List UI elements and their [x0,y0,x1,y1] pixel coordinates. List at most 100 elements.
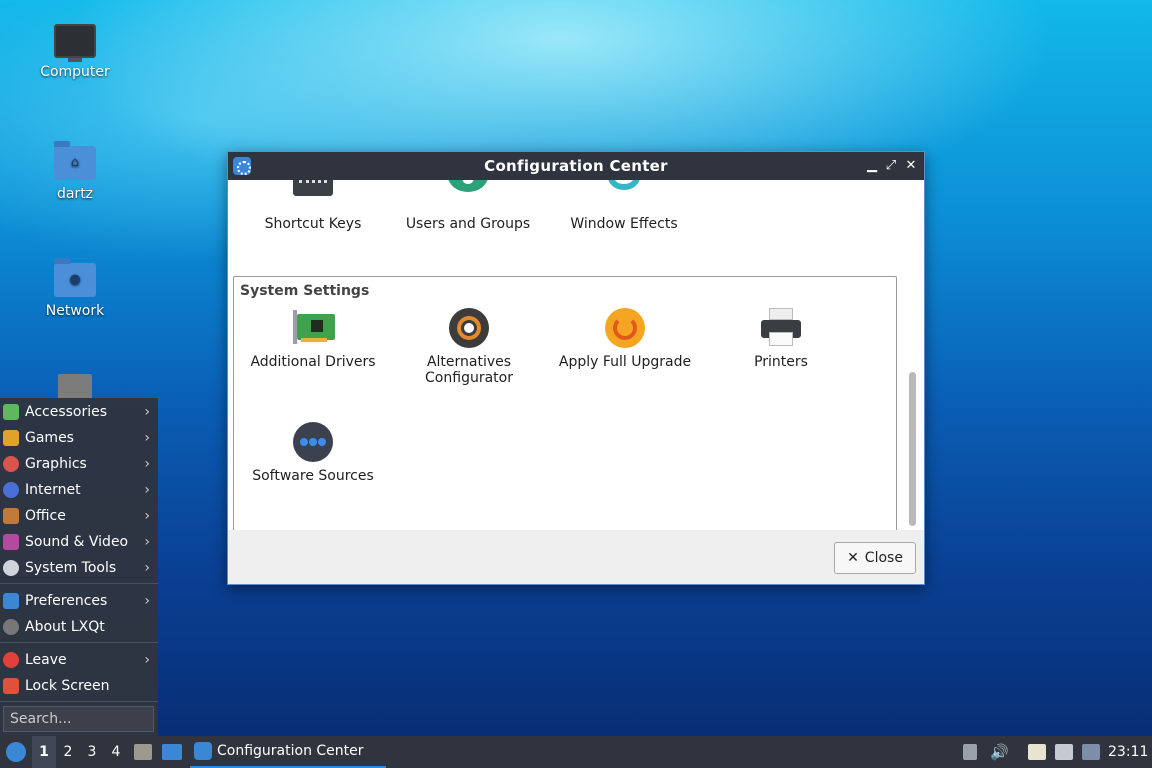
close-icon[interactable]: ✕ [902,157,920,175]
desktop-icon-computer[interactable]: Computer [20,24,130,80]
chevron-right-icon: › [144,593,150,609]
menu-item-leave[interactable]: Leave › [0,648,158,672]
volume-button[interactable]: 🔊 [990,736,1010,768]
file-manager-launcher[interactable] [134,736,154,768]
alternatives-icon [449,308,489,348]
menu-item-preferences[interactable]: Preferences › [0,589,158,613]
window-title: Configuration Center [484,157,668,175]
item-additional-drivers[interactable]: Additional Drivers [233,308,393,370]
workspace-1[interactable]: 1 [32,736,56,768]
network-icon [1055,744,1073,760]
tray-expand-button[interactable] [963,736,981,768]
desktop-icon-home[interactable]: ⌂ dartz [20,141,130,202]
home-folder-icon: ⌂ [54,141,96,180]
menu-item-label: Office [25,508,66,524]
item-label: Shortcut Keys [264,216,362,232]
desktop-icon-label: Network [45,303,105,319]
menu-item-label: Leave [25,652,67,668]
chevron-right-icon: › [144,404,150,420]
main-menu-button[interactable] [4,736,28,768]
minimize-icon[interactable]: ▁ [863,157,881,175]
chevron-right-icon: › [144,652,150,668]
preferences-icon [3,593,19,609]
lock-icon [3,678,19,694]
notifications-button[interactable] [1082,736,1102,768]
menu-item-label: About LXQt [25,619,105,635]
settings-content: Shortcut Keys Users and Groups Window Ef… [228,180,904,530]
item-label: Software Sources [252,468,374,484]
item-label: Apply Full Upgrade [558,354,692,370]
item-shortcut-keys[interactable]: Shortcut Keys [233,180,393,232]
menu-item-graphics[interactable]: Graphics › [0,452,158,476]
task-configuration-center[interactable]: Configuration Center [190,736,386,768]
menu-item-lock-screen[interactable]: Lock Screen [0,674,158,698]
close-button-label: Close [864,550,903,566]
item-label: Additional Drivers [250,354,376,370]
games-icon [3,430,19,446]
tray-arrow-icon [963,744,977,760]
printer-icon [761,308,801,348]
maximize-icon[interactable]: ⤢ [882,157,900,175]
notification-icon [1082,744,1100,760]
item-label: Users and Groups [405,216,531,232]
chevron-right-icon: › [144,482,150,498]
sound-video-icon [3,534,19,550]
workspace-3[interactable]: 3 [80,736,104,768]
window-effects-icon [604,180,644,210]
upgrade-icon [605,308,645,348]
workspace-2[interactable]: 2 [56,736,80,768]
software-sources-icon [293,422,333,462]
item-alternatives-configurator[interactable]: Alternatives Configurator [389,308,549,386]
keyboard-icon [293,180,333,210]
internet-icon [3,482,19,498]
graphics-icon [3,456,19,472]
info-icon [3,619,19,635]
clipboard-button[interactable] [1028,736,1048,768]
configuration-center-window: Configuration Center ▁ ⤢ ✕ Shortcut Keys… [227,151,925,585]
driver-card-icon [293,308,335,348]
users-icon [448,180,488,210]
menu-item-games[interactable]: Games › [0,426,158,450]
clock[interactable]: 23:11 [1108,736,1148,768]
menu-item-office[interactable]: Office › [0,504,158,528]
vertical-scrollbar[interactable] [906,184,920,526]
menu-item-accessories[interactable]: Accessories › [0,400,158,424]
chevron-right-icon: › [144,430,150,446]
scrollbar-thumb[interactable] [909,372,916,526]
menu-search-input[interactable]: Search... [3,706,154,732]
menu-item-label: Internet [25,482,81,498]
accessories-icon [3,404,19,420]
item-software-sources[interactable]: Software Sources [233,422,393,484]
close-button[interactable]: ✕ Close [834,542,916,574]
item-window-effects[interactable]: Window Effects [544,180,704,232]
trash-icon [58,374,92,400]
show-desktop-icon [162,744,182,760]
menu-item-system-tools[interactable]: System Tools › [0,556,158,580]
volume-icon: 🔊 [990,743,1009,761]
menu-item-label: Graphics [25,456,87,472]
chevron-right-icon: › [144,560,150,576]
item-printers[interactable]: Printers [701,308,861,370]
menu-item-label: Games [25,430,74,446]
menu-item-label: Accessories [25,404,108,420]
window-titlebar[interactable]: Configuration Center ▁ ⤢ ✕ [228,152,924,180]
desktop-icon-network[interactable]: ● Network [20,258,130,319]
power-icon [3,652,19,668]
item-users-and-groups[interactable]: Users and Groups [388,180,548,232]
lxqt-logo-icon [6,742,26,762]
menu-item-label: Sound & Video [25,534,129,550]
menu-separator [0,642,158,643]
menu-item-about[interactable]: About LXQt [0,615,158,639]
menu-separator [0,583,158,584]
workspace-4[interactable]: 4 [104,736,128,768]
chevron-right-icon: › [144,456,150,472]
show-desktop-button[interactable] [162,736,184,768]
configuration-center-icon [233,157,251,175]
network-status-button[interactable] [1055,736,1077,768]
menu-item-internet[interactable]: Internet › [0,478,158,502]
item-apply-full-upgrade[interactable]: Apply Full Upgrade [545,308,705,370]
menu-item-label: System Tools [25,560,117,576]
menu-item-sound-video[interactable]: Sound & Video › [0,530,158,554]
clipboard-icon [1028,744,1046,760]
chevron-right-icon: › [144,508,150,524]
